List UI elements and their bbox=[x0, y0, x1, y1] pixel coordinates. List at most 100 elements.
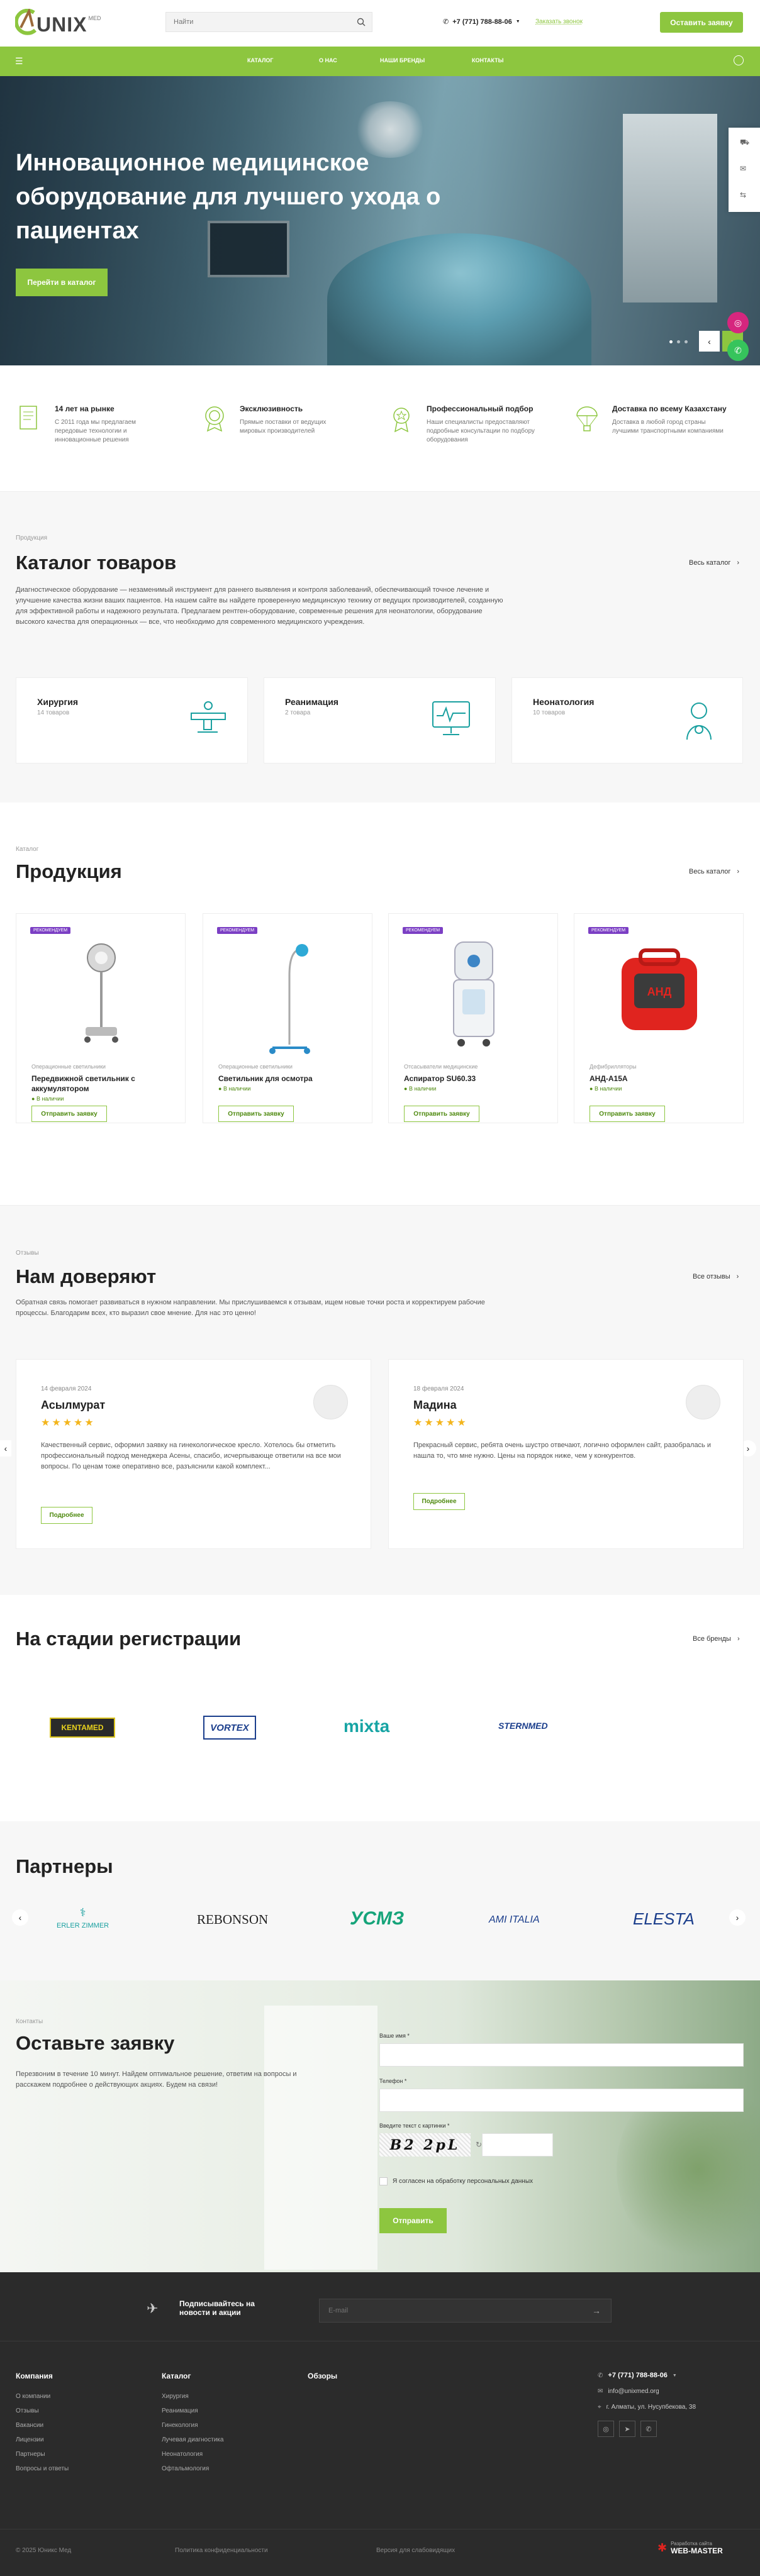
product-name[interactable]: Передвижной светильник с аккумулятором bbox=[31, 1074, 170, 1094]
product-card[interactable]: РЕКОМЕНДУЕМ Отсасыватели медицинские Асп… bbox=[388, 913, 558, 1123]
svg-text:АНД: АНД bbox=[647, 985, 672, 998]
cart-icon[interactable]: ⛟ bbox=[740, 138, 749, 148]
brand-logo-sternmed[interactable]: STERNMED bbox=[498, 1721, 548, 1732]
hero-prev-button[interactable]: ‹ bbox=[699, 331, 720, 352]
category-card-surgery[interactable]: Хирургия 14 товаров bbox=[16, 677, 248, 763]
partner-logo-ami[interactable]: AMI ITALIA bbox=[489, 1914, 540, 1926]
reviews-all-link[interactable]: Все отзывы › bbox=[693, 1273, 739, 1280]
footer-link[interactable]: Реанимация bbox=[162, 2404, 223, 2418]
subscribe-form[interactable]: → bbox=[319, 2299, 612, 2323]
footer-link[interactable]: Хирургия bbox=[162, 2389, 223, 2404]
reviews-prev-button[interactable]: ‹ bbox=[0, 1440, 11, 1457]
phone-input[interactable] bbox=[379, 2089, 744, 2112]
partner-logo-usmz[interactable]: УСМЗ bbox=[350, 1908, 404, 1929]
submit-button[interactable]: Отправить bbox=[379, 2208, 447, 2233]
telegram-icon[interactable]: ➤ bbox=[619, 2421, 635, 2437]
phone-block[interactable]: ✆ +7 (771) 788-88-06 ▼ bbox=[443, 18, 520, 26]
review-more-button[interactable]: Подробнее bbox=[41, 1507, 92, 1524]
footer-link[interactable]: Вопросы и ответы bbox=[16, 2462, 69, 2476]
product-name[interactable]: АНД-A15A bbox=[590, 1074, 728, 1084]
product-name[interactable]: Аспиратор SU60.33 bbox=[404, 1074, 542, 1084]
partner-logo-rebonson[interactable]: REBONSON bbox=[197, 1912, 268, 1928]
request-button[interactable]: Отправить заявку bbox=[590, 1106, 665, 1122]
footer-email: info@unixmed.org bbox=[608, 2388, 659, 2395]
subscribe-text: Подписывайтесь на новости и акции bbox=[179, 2299, 255, 2317]
product-card[interactable]: РЕКОМЕНДУЕМ Операционные светильники Пер… bbox=[16, 913, 186, 1123]
footer-phone-row[interactable]: ✆ +7 (771) 788-88-06 ▼ bbox=[598, 2372, 696, 2379]
feature-text: Доставка в любой город страны лучшими тр… bbox=[612, 419, 724, 435]
request-button[interactable]: Отправить заявку bbox=[31, 1106, 107, 1122]
consent-checkbox[interactable] bbox=[379, 2177, 388, 2185]
nav-item-contacts[interactable]: КОНТАКТЫ bbox=[472, 57, 503, 64]
search-box[interactable] bbox=[165, 12, 372, 32]
nav-item-brands[interactable]: НАШИ БРЕНДЫ bbox=[380, 57, 472, 64]
instagram-icon[interactable]: ◎ bbox=[598, 2421, 614, 2437]
brand-logo-vortex[interactable]: VORTEX bbox=[203, 1716, 256, 1740]
brand-name: VORTEX bbox=[210, 1722, 249, 1733]
reviews-all-text: Все отзывы bbox=[693, 1273, 730, 1280]
email-input[interactable] bbox=[320, 2299, 571, 2322]
whatsapp-icon[interactable]: ✆ bbox=[640, 2421, 657, 2437]
stock-status: ● В наличии bbox=[31, 1096, 64, 1102]
footer-col-reviews-title[interactable]: Обзоры bbox=[308, 2372, 337, 2380]
arrow-right-icon[interactable]: → bbox=[592, 2306, 601, 2316]
category-card-reanimation[interactable]: Реанимация 2 товара bbox=[264, 677, 496, 763]
features-section: 14 лет на рынке С 2011 года мы предлагае… bbox=[0, 365, 760, 491]
search-input[interactable] bbox=[166, 13, 342, 31]
footer-link[interactable]: Неонатология bbox=[162, 2447, 223, 2462]
side-widget-panel: ⛟ ✉ ⇆ bbox=[729, 128, 760, 212]
request-button[interactable]: Отправить заявку bbox=[218, 1106, 294, 1122]
logo[interactable]: UNIX MED bbox=[15, 9, 101, 36]
catalog-all-link[interactable]: Весь каталог › bbox=[689, 559, 739, 567]
products-all-link[interactable]: Весь каталог › bbox=[689, 868, 739, 875]
footer-link[interactable]: Партнеры bbox=[16, 2447, 69, 2462]
visually-impaired-link[interactable]: Версия для слабовидящих bbox=[376, 2547, 455, 2554]
captcha-refresh-icon[interactable]: ↻ bbox=[476, 2140, 482, 2149]
footer-link[interactable]: Лицензии bbox=[16, 2433, 69, 2447]
product-card[interactable]: РЕКОМЕНДУЕМ Операционные светильники Све… bbox=[203, 913, 372, 1123]
consent-row[interactable]: Я согласен на обработку персональных дан… bbox=[379, 2177, 533, 2185]
review-card: 14 февраля 2024 Асылмурат ★★★★★ Качестве… bbox=[16, 1359, 371, 1549]
partners-next-button[interactable]: › bbox=[729, 1909, 746, 1926]
stock-text: В наличии bbox=[36, 1096, 64, 1102]
product-card[interactable]: РЕКОМЕНДУЕМ АНД Дефибрилляторы АНД-A15A … bbox=[574, 913, 744, 1123]
footer-link[interactable]: Гинекология bbox=[162, 2418, 223, 2433]
nav-item-catalog[interactable]: КАТАЛОГ bbox=[247, 57, 319, 64]
footer-link[interactable]: О компании bbox=[16, 2389, 69, 2404]
review-more-button[interactable]: Подробнее bbox=[413, 1493, 465, 1510]
logo-sub: MED bbox=[88, 15, 101, 21]
nav-item-about[interactable]: О НАС bbox=[319, 57, 380, 64]
brand-logo-mixta[interactable]: mixta bbox=[344, 1716, 389, 1736]
footer-link[interactable]: Офтальмология bbox=[162, 2462, 223, 2476]
search-icon[interactable] bbox=[357, 18, 366, 26]
captcha-input[interactable] bbox=[482, 2133, 553, 2157]
footer-link[interactable]: Лучевая диагностика bbox=[162, 2433, 223, 2447]
slider-dot[interactable] bbox=[685, 340, 688, 343]
partner-logo-erler[interactable]: ⚕ ERLER ZIMMER bbox=[57, 1906, 109, 1931]
slider-dot[interactable] bbox=[677, 340, 680, 343]
instagram-icon[interactable]: ◎ bbox=[727, 312, 749, 333]
callback-link[interactable]: Заказать звонок bbox=[535, 18, 583, 25]
user-icon[interactable] bbox=[734, 55, 744, 65]
hero-catalog-button[interactable]: Перейти в каталог bbox=[16, 269, 108, 296]
whatsapp-icon[interactable]: ✆ bbox=[727, 340, 749, 361]
footer-link[interactable]: Вакансии bbox=[16, 2418, 69, 2433]
developer-credit[interactable]: ✱ Разработка сайта WEB-MASTER bbox=[657, 2541, 723, 2555]
brands-all-link[interactable]: Все бренды › bbox=[693, 1635, 740, 1643]
chat-icon[interactable]: ✉ bbox=[740, 164, 746, 173]
compare-icon[interactable]: ⇆ bbox=[740, 191, 746, 199]
partners-prev-button[interactable]: ‹ bbox=[12, 1909, 28, 1926]
category-card-neonatology[interactable]: Неонатология 10 товаров bbox=[511, 677, 743, 763]
request-button[interactable]: Отправить заявку bbox=[404, 1106, 479, 1122]
privacy-link[interactable]: Политика конфиденциальности bbox=[175, 2547, 268, 2554]
partner-logo-elesta[interactable]: ELESTA bbox=[633, 1909, 695, 1929]
product-name[interactable]: Светильник для осмотра bbox=[218, 1074, 357, 1084]
name-input[interactable] bbox=[379, 2043, 744, 2067]
menu-burger-icon[interactable]: ☰ bbox=[15, 56, 23, 67]
brand-logo-kentamed[interactable]: KENTAMED bbox=[50, 1718, 115, 1738]
footer-link[interactable]: Отзывы bbox=[16, 2404, 69, 2418]
header-cta-button[interactable]: Оставить заявку bbox=[660, 12, 743, 33]
slider-dot[interactable] bbox=[669, 340, 673, 343]
developer-logo-icon: ✱ bbox=[657, 2541, 668, 2554]
footer-email-row[interactable]: ✉ info@unixmed.org bbox=[598, 2388, 696, 2395]
